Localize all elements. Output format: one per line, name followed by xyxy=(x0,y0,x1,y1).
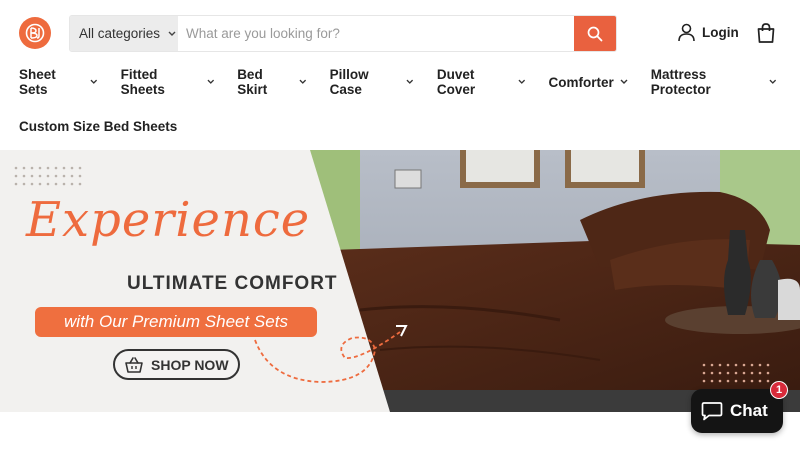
nav-item-label: Pillow Case xyxy=(329,67,369,97)
chevron-down-icon xyxy=(168,31,176,36)
nav-item-label: Duvet Cover xyxy=(436,67,476,97)
nav-item-pillow-case[interactable]: Pillow Case xyxy=(330,67,414,97)
hero-banner[interactable]: Experience ULTIMATE COMFORT with Our Pre… xyxy=(0,150,800,412)
bedsheet-logo-icon xyxy=(25,23,45,43)
chevron-down-icon xyxy=(207,79,214,84)
chat-unread-badge: 1 xyxy=(770,381,788,399)
nav-item-label: Sheet Sets xyxy=(19,67,56,97)
nav-item-label: Fitted Sheets xyxy=(120,67,165,97)
shopping-basket-icon xyxy=(125,356,143,373)
search-icon xyxy=(587,26,603,41)
hero-script-title: Experience xyxy=(26,192,311,248)
shop-now-label: SHOP NOW xyxy=(151,356,229,373)
hero-headline: ULTIMATE COMFORT xyxy=(127,273,338,294)
nav-item-sheet-sets[interactable]: Sheet Sets xyxy=(19,67,98,97)
shop-now-button[interactable]: SHOP NOW xyxy=(113,349,240,380)
hero-subline: with Our Premium Sheet Sets xyxy=(35,307,317,337)
chevron-down-icon xyxy=(620,79,628,84)
nav-item-label: Bed Skirt xyxy=(237,67,268,97)
shopping-bag-icon xyxy=(757,23,775,43)
nav-item-label: Comforter xyxy=(548,74,614,90)
search-input[interactable] xyxy=(178,16,574,51)
nav-item-bed-skirt[interactable]: Bed Skirt xyxy=(237,67,307,97)
chevron-down-icon xyxy=(90,79,98,84)
nav-item-label: Custom Size Bed Sheets xyxy=(19,119,178,134)
chat-button[interactable]: Chat xyxy=(691,389,783,433)
user-icon xyxy=(678,23,695,42)
chat-bubble-icon xyxy=(701,402,723,421)
chevron-down-icon xyxy=(406,79,414,84)
login-label: Login xyxy=(702,25,739,40)
cart-button[interactable] xyxy=(755,22,777,49)
chevron-down-icon xyxy=(518,79,526,84)
nav-item-fitted-sheets[interactable]: Fitted Sheets xyxy=(121,67,215,97)
nav-item-label: Mattress Protector xyxy=(650,67,711,97)
category-select-label: All categories xyxy=(79,26,161,41)
login-link[interactable]: Login xyxy=(678,23,739,42)
main-nav: Sheet Sets Fitted Sheets Bed Skirt Pillo… xyxy=(19,67,800,97)
nav-item-custom-size-bed-sheets[interactable]: Custom Size Bed Sheets xyxy=(19,119,177,134)
chat-label: Chat xyxy=(730,401,768,420)
category-select[interactable]: All categories xyxy=(70,16,178,51)
brand-logo[interactable] xyxy=(19,17,51,49)
search-bar: All categories xyxy=(69,15,617,52)
chevron-down-icon xyxy=(769,79,777,84)
chevron-down-icon xyxy=(299,79,307,84)
nav-item-comforter[interactable]: Comforter xyxy=(549,73,628,91)
nav-item-mattress-protector[interactable]: Mattress Protector xyxy=(651,67,777,97)
site-header: All categories Login Sheet Sets Fitted S… xyxy=(0,0,800,150)
search-button[interactable] xyxy=(574,16,616,51)
nav-item-duvet-cover[interactable]: Duvet Cover xyxy=(437,67,526,97)
